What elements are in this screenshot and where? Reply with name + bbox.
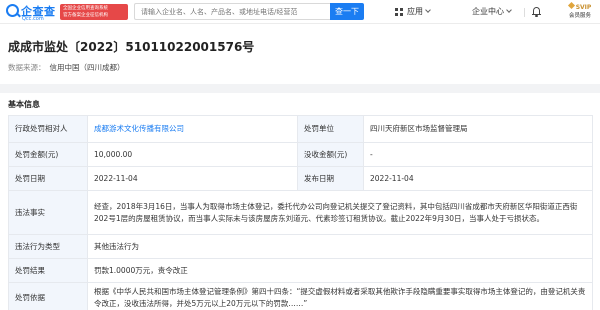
penalty-basis-label: 处罚依据 [8, 282, 88, 310]
nav-app-label: 应用 [407, 7, 423, 16]
confiscated-amount-value: - [363, 142, 593, 167]
qcc-logo[interactable]: 企查查 Qcc.com [6, 1, 56, 23]
table-row: 处罚金额(元) 10,000.00 没收金额(元) - [8, 142, 593, 167]
table-row: 违法事实 经查，2018年3月16日，当事人为取得市场主体登记，委托代办公司向登… [8, 190, 593, 235]
search-button[interactable]: 查一下 [330, 3, 364, 20]
data-source-value: 信用中国（四川成都） [49, 63, 125, 72]
nav-enterprise-center-label: 企业中心 [472, 7, 504, 16]
logo-domain: Qcc.com [22, 16, 44, 22]
chevron-down-icon [425, 7, 431, 13]
search-input[interactable] [134, 3, 330, 20]
data-source-label: 数据来源： [8, 63, 46, 72]
penalty-result-value: 罚款1.0000万元，责令改正 [87, 258, 593, 283]
nav-enterprise-center-menu[interactable]: 企业中心 [472, 4, 512, 20]
violation-facts-label: 违法事实 [8, 190, 88, 235]
fine-amount-label: 处罚金额(元) [8, 142, 88, 167]
penalty-date-value: 2022-11-04 [87, 166, 298, 191]
section-separator [0, 84, 600, 93]
table-row: 违法行为类型 其他违法行为 [8, 234, 593, 259]
publish-date-value: 2022-11-04 [363, 166, 593, 191]
table-row: 处罚依据 根据《中华人民共和国市场主体登记管理条例》第四十四条：“提交虚假材料或… [8, 282, 593, 310]
nav-app-menu[interactable]: 应用 [407, 4, 431, 20]
magnifier-logo-icon [6, 4, 19, 17]
badge-line-2: 官方备案企业征信机构 [63, 13, 108, 18]
chevron-down-icon [506, 7, 512, 13]
violation-type-value: 其他违法行为 [87, 234, 593, 259]
penalty-result-label: 处罚结果 [8, 258, 88, 283]
bell-icon[interactable] [532, 6, 541, 17]
registration-badge: 全国企业信用查询系统 官方备案企业征信机构 [60, 4, 128, 20]
fine-amount-value: 10,000.00 [87, 142, 298, 167]
publish-date-label: 发布日期 [297, 166, 364, 191]
page-title: 成成市监处〔2022〕51011022001576号 [8, 40, 255, 54]
svip-label: SVIP [575, 4, 592, 11]
app-grid-icon[interactable] [395, 8, 403, 16]
penalized-party-value: 成都游术文化传播有限公司 [87, 115, 298, 143]
violation-facts-value: 经查，2018年3月16日，当事人为取得市场主体登记，委托代办公司向登记机关提交… [87, 190, 593, 235]
penalty-authority-value: 四川天府新区市场监督管理局 [363, 115, 593, 143]
diamond-icon [567, 1, 575, 10]
table-row: 处罚日期 2022-11-04 发布日期 2022-11-04 [8, 166, 593, 191]
section-title-basic-info: 基本信息 [8, 100, 40, 109]
confiscated-amount-label: 没收金额(元) [297, 142, 364, 167]
table-row: 行政处罚相对人 成都游术文化传播有限公司 处罚单位 四川天府新区市场监督管理局 [8, 115, 593, 143]
table-row: 处罚结果 罚款1.0000万元，责令改正 [8, 258, 593, 283]
svip-membership-button[interactable]: SVIP 会员服务 [563, 1, 597, 21]
nav-divider [524, 8, 525, 17]
badge-line-1: 全国企业信用查询系统 [63, 6, 108, 11]
penalized-party-label: 行政处罚相对人 [8, 115, 88, 143]
top-navigation-bar: 企查查 Qcc.com 全国企业信用查询系统 官方备案企业征信机构 查一下 应用… [0, 0, 600, 24]
penalty-date-label: 处罚日期 [8, 166, 88, 191]
company-link[interactable]: 成都游术文化传播有限公司 [94, 124, 184, 133]
member-service-label: 会员服务 [568, 13, 591, 19]
violation-type-label: 违法行为类型 [8, 234, 88, 259]
basic-info-table: 行政处罚相对人 成都游术文化传播有限公司 处罚单位 四川天府新区市场监督管理局 … [8, 115, 593, 310]
data-source: 数据来源： 信用中国（四川成都） [8, 62, 125, 73]
penalty-authority-label: 处罚单位 [297, 115, 364, 143]
penalty-basis-value: 根据《中华人民共和国市场主体登记管理条例》第四十四条：“提交虚假材料或者采取其他… [87, 282, 593, 310]
